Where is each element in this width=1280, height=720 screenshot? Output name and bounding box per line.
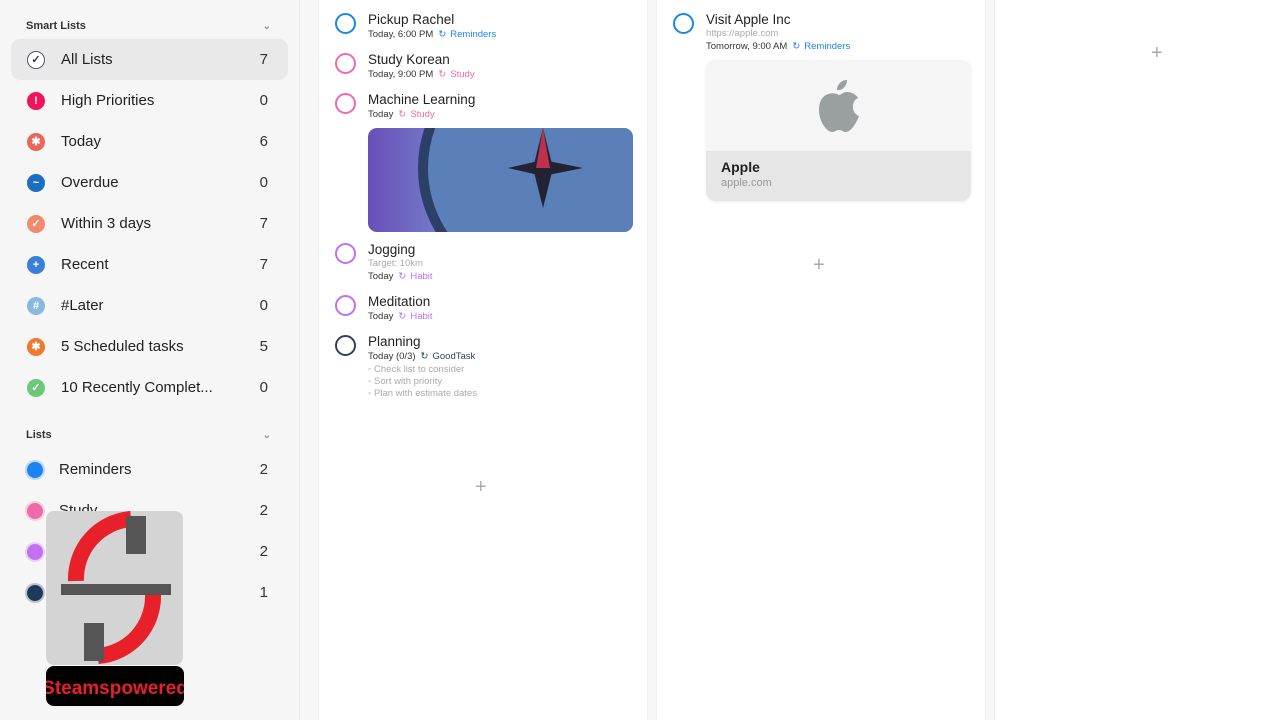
add-task-button[interactable]: + — [1151, 42, 1163, 65]
sidebar-item[interactable]: ! High Priorities 0 — [11, 80, 288, 121]
task-title: Study Korean — [368, 52, 450, 67]
sidebar-item[interactable]: ✓ Within 3 days 7 — [11, 203, 288, 244]
task-title: Jogging — [368, 242, 416, 257]
star-icon: ✱ — [27, 132, 45, 151]
compass-image — [368, 128, 633, 232]
task-list-tag: Study — [450, 69, 475, 80]
task-checkbox[interactable] — [673, 13, 694, 34]
task-date: Today — [368, 311, 394, 322]
smart-lists-header[interactable]: Smart Lists ⌄ — [0, 16, 299, 36]
chevron-down-icon[interactable]: ⌄ — [263, 430, 271, 441]
task-title: Machine Learning — [368, 92, 476, 107]
repeat-icon: ↻ — [438, 29, 447, 40]
task-date: Today, 9:00 PM — [368, 69, 434, 80]
task-checkbox[interactable] — [335, 295, 356, 316]
sidebar-item[interactable]: ✓ 10 Recently Complet... 0 — [11, 367, 288, 408]
checklist-item[interactable]: ◦ Check list to consider — [368, 364, 477, 376]
repeat-icon: ↻ — [398, 109, 407, 120]
task-item[interactable]: Machine Learning Today ↻ Study — [319, 82, 647, 232]
chevron-down-icon[interactable]: ⌄ — [263, 21, 271, 32]
repeat-icon: ↻ — [398, 271, 407, 282]
list-color-dot-icon — [27, 584, 43, 601]
task-list-tag: Study — [410, 109, 435, 120]
wave-icon: ~ — [27, 173, 45, 192]
add-task-button[interactable]: + — [813, 254, 825, 277]
task-list-tag: Reminders — [804, 41, 851, 52]
task-list-tag: Habit — [410, 271, 433, 282]
sidebar-item[interactable]: ✱ 5 Scheduled tasks 5 — [11, 326, 288, 367]
plus-icon: + — [27, 255, 45, 274]
task-checkbox[interactable] — [335, 53, 356, 74]
list-color-dot-icon — [27, 461, 43, 478]
sidebar-item[interactable]: ✱ Today 6 — [11, 121, 288, 162]
task-note: Target: 10km — [368, 258, 423, 269]
star-icon: ✱ — [27, 337, 45, 356]
task-title: Pickup Rachel — [368, 12, 455, 27]
task-item[interactable]: Jogging Target: 10km Today ↻ Habit — [319, 232, 647, 284]
repeat-icon: ↻ — [792, 41, 801, 52]
task-date: Tomorrow, 9:00 AM — [706, 41, 788, 52]
task-title: Meditation — [368, 294, 431, 309]
add-task-button[interactable]: + — [475, 476, 487, 499]
repeat-icon: ↻ — [398, 311, 407, 322]
lists-header[interactable]: Lists ⌄ — [0, 425, 299, 445]
repeat-icon: ↻ — [438, 69, 447, 80]
check-circle-icon: ✓ — [27, 50, 45, 69]
task-title: Visit Apple Inc — [706, 12, 791, 27]
task-item[interactable]: Meditation Today ↻ Habit — [319, 284, 647, 324]
task-date: Today (0/3) — [368, 351, 416, 362]
task-column: Pickup Rachel Today, 6:00 PM ↻ Reminders Stu… — [318, 0, 648, 720]
task-checkbox[interactable] — [335, 335, 356, 356]
task-item[interactable]: Planning Today (0/3) ↻ GoodTask ◦ Check list… — [319, 324, 647, 400]
task-date: Today — [368, 271, 394, 282]
task-checkbox[interactable] — [335, 243, 356, 264]
sidebar-item[interactable]: + Recent 7 — [11, 244, 288, 285]
sidebar-item[interactable]: ~ Overdue 0 — [11, 162, 288, 203]
hash-icon: # — [27, 296, 45, 315]
check-icon: ✓ — [27, 378, 45, 397]
checklist-item[interactable]: ◦ Plan with estimate dates — [368, 388, 477, 400]
task-column: + — [994, 0, 1280, 720]
task-title: Planning — [368, 334, 421, 349]
sidebar-item[interactable]: ✓ All Lists 7 — [11, 39, 288, 80]
list-color-dot-icon — [27, 543, 43, 560]
link-preview-card[interactable]: Apple apple.com — [706, 60, 971, 201]
link-title: Apple — [721, 159, 760, 175]
repeat-icon: ↻ — [420, 351, 429, 362]
task-list-tag: Reminders — [450, 29, 497, 40]
task-item[interactable]: Pickup Rachel Today, 6:00 PM ↻ Reminders — [319, 2, 647, 42]
exclamation-icon: ! — [27, 91, 45, 110]
task-list-tag: Habit — [410, 311, 433, 322]
task-list-tag: GoodTask — [432, 351, 476, 362]
task-column: Visit Apple Inc https://apple.com Tomorrow… — [656, 0, 986, 720]
task-item[interactable]: Visit Apple Inc https://apple.com Tomorrow… — [657, 2, 985, 201]
link-domain: apple.com — [721, 177, 772, 189]
task-note: https://apple.com — [706, 28, 779, 39]
checklist-item[interactable]: ◦ Sort with priority — [368, 376, 477, 388]
sidebar-item[interactable]: # #Later 0 — [11, 285, 288, 326]
task-checkbox[interactable] — [335, 93, 356, 114]
task-date: Today, 6:00 PM — [368, 29, 434, 40]
task-item[interactable]: Study Korean Today, 9:00 PM ↻ Study — [319, 42, 647, 82]
watermark-logo: Steamspowered — [42, 511, 188, 712]
task-checkbox[interactable] — [335, 13, 356, 34]
list-color-dot-icon — [27, 502, 43, 519]
svg-text:Steamspowered: Steamspowered — [46, 678, 184, 699]
list-item[interactable]: Reminders 2 — [11, 449, 288, 490]
apple-logo-icon — [818, 79, 859, 132]
task-date: Today — [368, 109, 394, 120]
check-icon: ✓ — [27, 214, 45, 233]
